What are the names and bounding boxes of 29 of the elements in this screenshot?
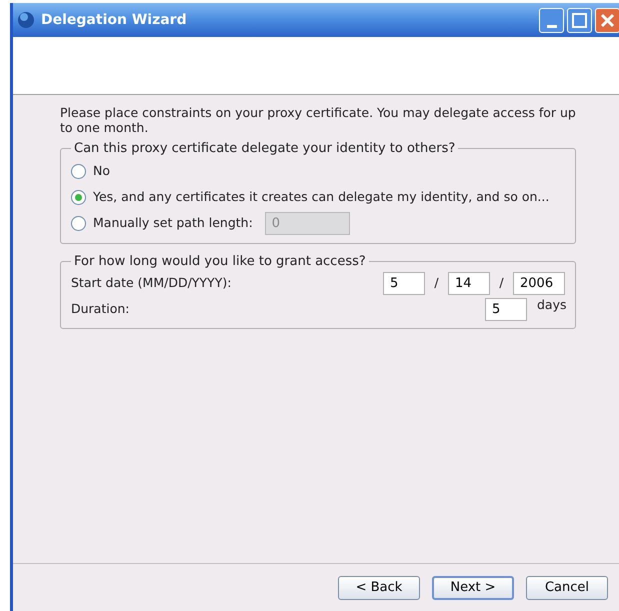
wizard-button[interactable]: < Back (338, 576, 420, 600)
radio-button[interactable] (71, 190, 86, 205)
group-title: For how long would you like to grant access? (73, 252, 367, 270)
year-field[interactable]: 2006 (513, 272, 565, 295)
duration-label: Duration: (71, 300, 130, 318)
globe-icon (17, 11, 35, 29)
days-label: days (537, 296, 565, 314)
radio-label: No (93, 162, 110, 180)
month-field[interactable]: 5 (383, 272, 425, 295)
day-field[interactable]: 14 (448, 272, 490, 295)
wizard-button[interactable]: Next > (432, 576, 514, 600)
maximize-button[interactable] (567, 8, 592, 32)
radio-button[interactable] (71, 164, 86, 179)
close-icon (600, 12, 615, 28)
minimize-icon (546, 24, 556, 28)
intro-text: Please place constraints on your proxy certificate. You may delegate access for up to one month. (60, 105, 576, 135)
maximize-icon (572, 12, 587, 28)
wizard-button[interactable]: Cancel (526, 576, 608, 600)
minimize-button[interactable] (539, 8, 564, 32)
radio-label: Manually set path length: (93, 214, 253, 232)
window-title: Delegation Wizard (41, 10, 187, 30)
radio-label: Yes, and any certificates it creates can delegate my identity, and so on... (93, 188, 550, 206)
date-separator: / (498, 274, 505, 292)
close-button[interactable] (595, 8, 619, 32)
radio-button[interactable] (71, 216, 86, 231)
duration-field[interactable]: 5 (485, 298, 527, 320)
group-title: Can this proxy certificate delegate your identity to others? (73, 140, 456, 158)
date-separator: / (433, 274, 440, 292)
start-date-label: Start date (MM/DD/YYYY): (71, 274, 232, 292)
